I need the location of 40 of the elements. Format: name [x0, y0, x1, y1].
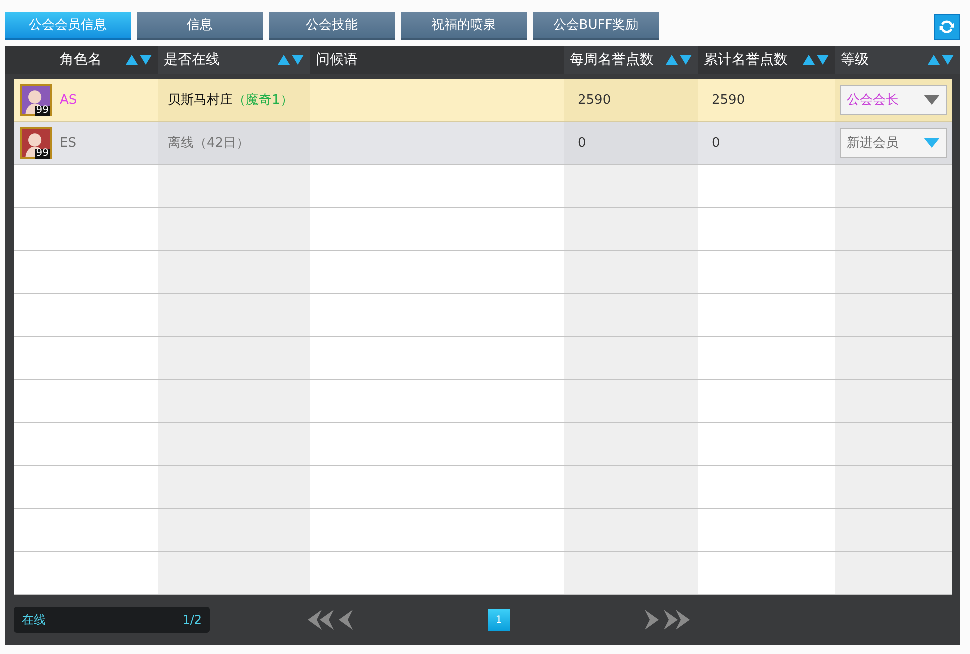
- character-name: ES: [60, 136, 76, 150]
- sort-icon[interactable]: [278, 54, 304, 66]
- tab[interactable]: 公会BUFF奖励: [533, 12, 659, 40]
- level-badge: 99: [35, 149, 50, 159]
- refresh-button[interactable]: [934, 14, 960, 40]
- column-title: 问候语: [316, 51, 358, 69]
- dropdown-caret-icon: [924, 137, 940, 149]
- rank-dropdown[interactable]: 新进会员: [840, 128, 947, 158]
- column-title: 每周名誉点数: [570, 51, 654, 69]
- rank-dropdown: 公会会长: [840, 85, 947, 115]
- table-cell-text: 2590: [577, 92, 612, 108]
- online-count: 1/2: [182, 613, 202, 627]
- member-row[interactable]: 99 ES 离线（42日） 0 0 新进会员: [14, 122, 952, 165]
- last-page-icon[interactable]: [644, 609, 690, 631]
- sort-icon[interactable]: [928, 54, 954, 66]
- column-title: 是否在线: [164, 51, 220, 69]
- column-title: 角色名: [60, 51, 102, 69]
- column-header[interactable]: 每周名誉点数: [564, 46, 698, 74]
- sort-icon[interactable]: [126, 54, 152, 66]
- column-header[interactable]: 等级: [835, 46, 960, 74]
- column-title: 等级: [841, 51, 869, 69]
- member-row[interactable]: 99 AS 贝斯马村庄（魔奇1） 2590 2590 公会会长: [14, 79, 952, 122]
- tab[interactable]: 祝福的喷泉: [401, 12, 527, 40]
- column-title: 累计名誉点数: [704, 51, 788, 69]
- table-cell-text: 2590: [711, 92, 746, 108]
- sort-icon[interactable]: [666, 54, 692, 66]
- character-name: AS: [60, 92, 78, 108]
- tab[interactable]: 信息: [137, 12, 263, 40]
- level-badge: 99: [35, 106, 50, 116]
- dropdown-caret-icon: [924, 94, 940, 106]
- refresh-icon: [938, 18, 956, 36]
- table-cell-text: 0: [711, 136, 720, 150]
- tab[interactable]: 公会技能: [269, 12, 395, 40]
- online-status: 离线（42日）: [168, 135, 250, 152]
- first-page-icon[interactable]: [308, 609, 354, 631]
- column-header[interactable]: 是否在线: [158, 46, 310, 74]
- online-status: 贝斯马村庄（魔奇1）: [168, 92, 294, 109]
- online-label: 在线: [22, 612, 46, 628]
- sort-icon[interactable]: [803, 54, 829, 66]
- table-cell-text: 0: [577, 136, 586, 150]
